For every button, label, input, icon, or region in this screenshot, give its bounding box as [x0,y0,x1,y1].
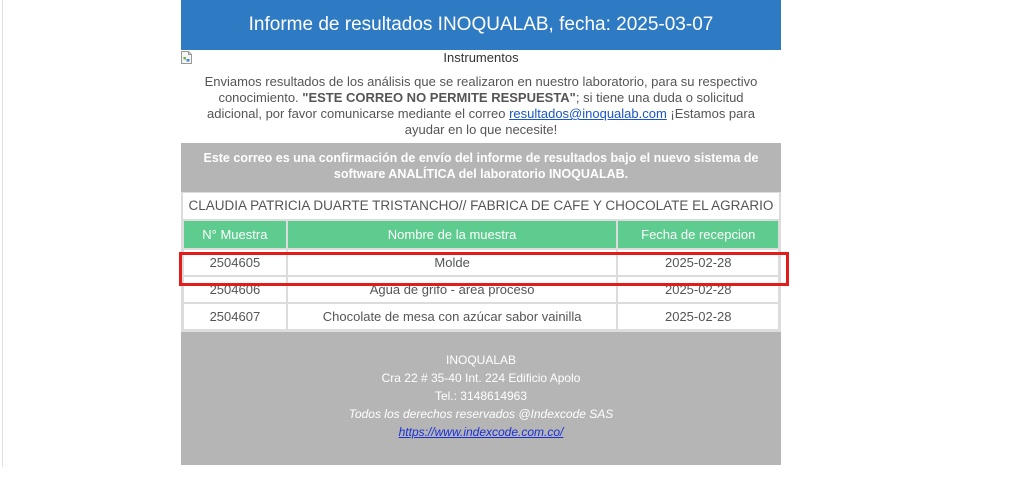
email-footer: INOQUALAB Cra 22 # 35-40 Int. 224 Edific… [181,332,781,465]
footer-company: INOQUALAB [445,353,517,367]
sample-name-cell: Chocolate de mesa con azúcar sabor vaini… [287,304,617,329]
sample-name-cell: Agua de grifo - área proceso [287,277,617,302]
footer-copyright: Todos los derechos reservados @Indexcode… [348,407,614,421]
table-header-row: N° Muestra Nombre de la muestra Fecha de… [184,221,778,248]
page-left-border [2,0,3,467]
report-title: Informe de resultados INOQUALAB, fecha: … [248,14,714,35]
table-row: 2504605 Molde 2025-02-28 [184,250,778,275]
sample-number-cell: 2504607 [184,304,286,329]
results-email-link[interactable]: resultados@inoqualab.com [509,106,667,121]
broken-image-icon [181,51,192,64]
footer-phone: Tel.: 3148614963 [434,389,528,403]
footer-website-link[interactable]: https://www.indexcode.com.co/ [399,425,564,439]
results-section: CLAUDIA PATRICIA DUARTE TRISTANCHO// FAB… [181,192,781,332]
image-alt-text: Instrumentos [443,50,519,65]
no-reply-warning: "ESTE CORREO NO PERMITE RESPUESTA" [302,90,576,105]
sample-name-cell: Molde [287,250,617,275]
reception-date-cell: 2025-02-28 [618,304,778,329]
email-body: Informe de resultados INOQUALAB, fecha: … [181,0,781,465]
column-header-sample-name: Nombre de la muestra [287,221,617,248]
confirmation-notice: Este correo es una confirmación de envío… [181,143,781,192]
header-image: Instrumentos [181,50,781,66]
table-row: 2504606 Agua de grifo - área proceso 202… [184,277,778,302]
column-header-sample-number: N° Muestra [184,221,286,248]
intro-paragraph: Enviamos resultados de los análisis que … [195,74,767,138]
samples-table: N° Muestra Nombre de la muestra Fecha de… [182,219,780,331]
client-name-text: CLAUDIA PATRICIA DUARTE TRISTANCHO// FAB… [188,198,774,213]
client-name: CLAUDIA PATRICIA DUARTE TRISTANCHO// FAB… [183,193,779,219]
footer-address: Cra 22 # 35-40 Int. 224 Edificio Apolo [381,371,581,385]
sample-number-cell: 2504605 [184,250,286,275]
reception-date-cell: 2025-02-28 [618,250,778,275]
reception-date-cell: 2025-02-28 [618,277,778,302]
column-header-reception-date: Fecha de recepcion [618,221,778,248]
sample-number-cell: 2504606 [184,277,286,302]
report-banner: Informe de resultados INOQUALAB, fecha: … [181,0,781,50]
confirmation-notice-text: Este correo es una confirmación de envío… [203,151,759,181]
table-row: 2504607 Chocolate de mesa con azúcar sab… [184,304,778,329]
